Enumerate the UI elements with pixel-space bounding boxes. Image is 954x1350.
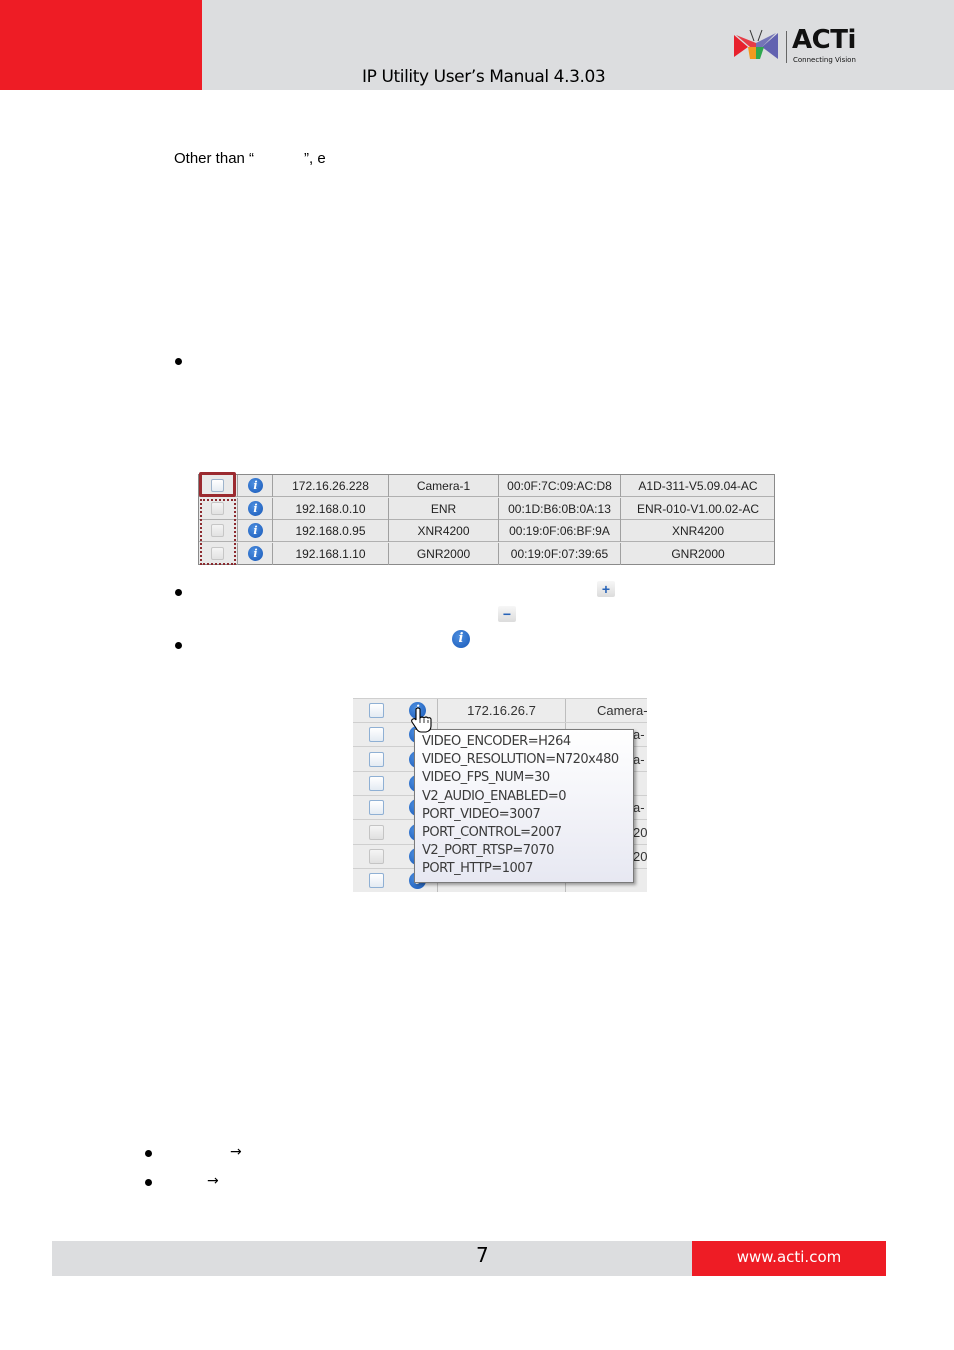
row-checkbox[interactable] bbox=[369, 727, 384, 743]
info-cell: i bbox=[237, 497, 272, 520]
table-row[interactable]: i 192.168.1.10 GNR2000 00:19:0F:07:39:65 GNR… bbox=[199, 542, 775, 565]
info-cell: i bbox=[237, 520, 272, 542]
version-cell: ENR-010-V1.00.02-AC bbox=[620, 497, 775, 520]
ip-cell: 192.168.0.10 bbox=[272, 497, 388, 520]
mac-cell: 00:19:0F:07:39:65 bbox=[498, 542, 620, 565]
info-cell: i bbox=[237, 475, 272, 497]
table-row: i172.16.26.7Camera- bbox=[353, 699, 647, 723]
version-cell: GNR2000 bbox=[620, 542, 775, 565]
name-cell: Camera-1 bbox=[388, 475, 498, 497]
name-cell bbox=[633, 772, 647, 796]
expand-plus-icon: + bbox=[597, 581, 615, 597]
bullet-5 bbox=[145, 1179, 152, 1186]
name-cell: XNR4200 bbox=[388, 520, 498, 542]
document-title: IP Utility User’s Manual 4.3.03 bbox=[362, 67, 606, 87]
name-cell: a- bbox=[633, 727, 645, 743]
name-cell: GNR2000 bbox=[388, 542, 498, 565]
ip-cell: 172.16.26.7 bbox=[467, 703, 536, 718]
info-cell: i bbox=[237, 542, 272, 565]
checkbox-highlight-frame bbox=[199, 472, 236, 497]
mac-cell: 00:1D:B6:0B:0A:13 bbox=[498, 497, 620, 520]
info-icon[interactable]: i bbox=[248, 523, 263, 538]
version-cell: XNR4200 bbox=[620, 520, 775, 542]
table-row[interactable]: i 192.168.0.10 ENR 00:1D:B6:0B:0A:13 ENR-010… bbox=[199, 497, 775, 520]
page-number: 7 bbox=[476, 1243, 489, 1267]
logo-tagline: Connecting Vision bbox=[793, 56, 856, 64]
row-checkbox[interactable] bbox=[369, 848, 384, 864]
device-info-tooltip: VIDEO_ENCODER=H264 VIDEO_RESOLUTION=N720x… bbox=[414, 729, 634, 883]
info-icon: i bbox=[452, 630, 470, 648]
name-cell: 20 bbox=[633, 848, 647, 864]
acti-butterfly-icon bbox=[734, 29, 778, 59]
bullet-4 bbox=[145, 1150, 152, 1157]
ip-cell: 192.168.0.95 bbox=[272, 520, 388, 542]
checkbox-dotted-frame bbox=[200, 499, 236, 565]
table-row[interactable]: i 192.168.0.95 XNR4200 00:19:0F:06:BF:9A XNR… bbox=[199, 520, 774, 542]
device-table: i 172.16.26.228 Camera-1 00:0F:7C:09:AC:D8 A… bbox=[198, 474, 775, 565]
intro-paragraph: Other than “ ”, e bbox=[174, 150, 326, 167]
name-cell: a- bbox=[633, 751, 645, 767]
row-checkbox[interactable] bbox=[369, 775, 384, 791]
header-red-block bbox=[0, 0, 202, 90]
row-checkbox[interactable] bbox=[369, 751, 384, 767]
name-cell: ENR bbox=[388, 497, 498, 520]
tooltip-line: V2_PORT_RTSP=7070 bbox=[422, 843, 554, 859]
mac-cell: 00:0F:7C:09:AC:D8 bbox=[498, 475, 620, 497]
info-icon[interactable]: i bbox=[248, 545, 263, 561]
website-link[interactable]: www.acti.com bbox=[692, 1241, 886, 1276]
arrow-icon: → bbox=[207, 1173, 219, 1189]
acti-logo: ACTi Connecting Vision bbox=[734, 25, 869, 69]
row-checkbox[interactable] bbox=[369, 873, 384, 889]
logo-divider bbox=[786, 31, 787, 63]
tooltip-line: PORT_VIDEO=3007 bbox=[422, 806, 541, 822]
collapse-minus-icon: − bbox=[498, 606, 516, 622]
info-icon[interactable]: i bbox=[248, 478, 263, 493]
name-cell: a- bbox=[633, 800, 645, 816]
tooltip-line: PORT_HTTP=1007 bbox=[422, 861, 533, 877]
ip-cell: 192.168.1.10 bbox=[272, 542, 388, 565]
tooltip-line: VIDEO_FPS_NUM=30 bbox=[422, 770, 550, 786]
tooltip-line: PORT_CONTROL=2007 bbox=[422, 825, 562, 841]
tooltip-line: VIDEO_RESOLUTION=N720x480 bbox=[422, 752, 619, 768]
row-checkbox[interactable] bbox=[369, 800, 384, 816]
ip-cell: 172.16.26.228 bbox=[272, 475, 388, 497]
name-cell bbox=[633, 869, 647, 892]
table-row[interactable]: i 172.16.26.228 Camera-1 00:0F:7C:09:AC:D8 A… bbox=[199, 475, 774, 497]
bullet-3 bbox=[175, 642, 182, 649]
name-cell: Camera- bbox=[597, 703, 647, 718]
footer-band bbox=[52, 1241, 692, 1276]
bullet-1 bbox=[175, 358, 182, 365]
arrow-icon: → bbox=[230, 1144, 242, 1160]
bullet-2 bbox=[175, 589, 182, 596]
name-cell: 20 bbox=[633, 824, 647, 840]
hand-cursor-icon bbox=[411, 707, 432, 733]
tooltip-line: VIDEO_ENCODER=H264 bbox=[422, 734, 571, 749]
logo-wordmark: ACTi bbox=[792, 25, 856, 55]
info-icon[interactable]: i bbox=[248, 500, 263, 516]
mac-cell: 00:19:0F:06:BF:9A bbox=[498, 520, 620, 542]
row-checkbox[interactable] bbox=[369, 703, 384, 718]
row-checkbox[interactable] bbox=[369, 824, 384, 840]
tooltip-line: V2_AUDIO_ENABLED=0 bbox=[422, 788, 567, 804]
version-cell: A1D-311-V5.09.04-AC bbox=[620, 475, 775, 497]
